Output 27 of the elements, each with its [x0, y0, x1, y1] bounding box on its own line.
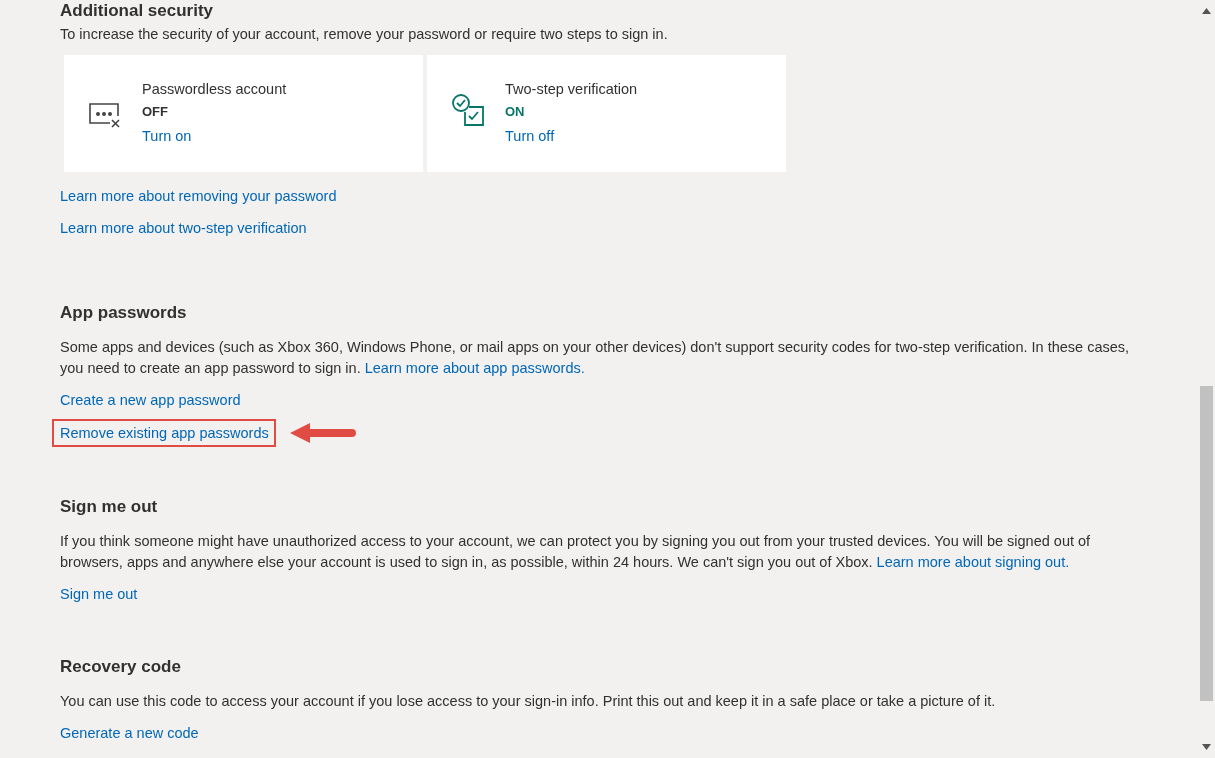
status-label: ON [505, 103, 526, 121]
section-description: To increase the security of your account, remove your password or require two steps to sign in. [60, 25, 669, 44]
section-heading: App passwords [60, 302, 188, 324]
section-description: If you think someone might have unauthorized access to your account, we can protect you by signing you out from your trusted devices. You will be signed out of browsers, apps and anywhere else your account is used to sign in, as possible, within 24 hours. We can't sign you out of Xbox. Learn more about signing out. [60, 532, 1092, 572]
section-heading: Additional security [60, 0, 215, 22]
action-link[interactable]: Sign me out [60, 584, 138, 604]
learn-more-link[interactable]: Learn more about app passwords. [364, 360, 585, 376]
scrollbar-thumb[interactable] [1200, 386, 1213, 701]
action-link[interactable]: Create a new app password [60, 390, 241, 410]
scroll-down-icon[interactable] [1202, 744, 1211, 750]
card-title: Passwordless account [142, 80, 287, 99]
section-description: You can use this code to access your account if you lose access to your sign-in info. Print this out and keep it in a safe place or take a picture of it. [60, 692, 997, 711]
password-dots-icon [88, 101, 122, 129]
learn-more-link[interactable]: Learn more about two-step verification [60, 218, 307, 238]
card-title: Two-step verification [505, 80, 638, 99]
section-description: Some apps and devices (such as Xbox 360, Windows Phone, or mail apps on your other devices) don't support security codes for two-step verification. In these cases, you need to create an app password to sign in. Learn more about app passwords. [60, 338, 1131, 378]
learn-more-link[interactable]: Learn more about signing out. [876, 554, 1070, 570]
section-heading: Sign me out [60, 496, 159, 518]
learn-more-link[interactable]: Learn more about removing your password [60, 186, 337, 206]
section-heading: Recovery code [60, 656, 182, 678]
action-link[interactable]: Remove existing app passwords [52, 419, 276, 447]
status-label: OFF [142, 103, 169, 121]
toggle-link[interactable]: Turn off [505, 126, 638, 146]
action-link[interactable]: Generate a new code [60, 723, 199, 743]
toggle-link[interactable]: Turn on [142, 126, 287, 146]
scroll-up-icon[interactable] [1202, 8, 1211, 14]
check-squares-icon [451, 93, 485, 127]
